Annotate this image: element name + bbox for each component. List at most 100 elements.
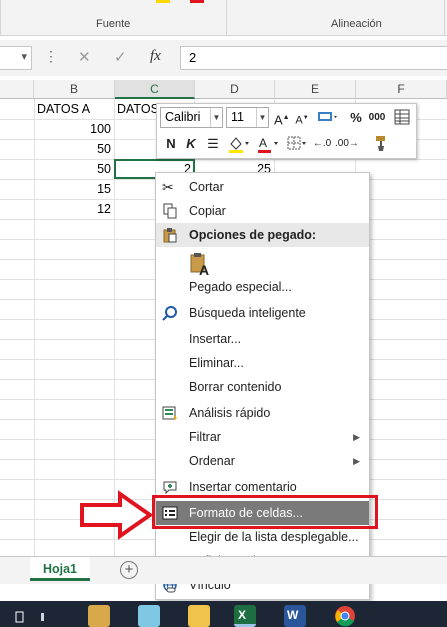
- scissors-icon: ✂: [162, 179, 174, 195]
- excel-glyph: X: [238, 608, 246, 622]
- font-name-box[interactable]: Calibri ▼: [160, 107, 223, 128]
- formula-input[interactable]: 2: [180, 46, 447, 70]
- cell-c1[interactable]: DATOS: [117, 100, 157, 119]
- cell-b6[interactable]: 12: [34, 200, 114, 219]
- italic-button[interactable]: K: [185, 134, 197, 154]
- copy-glyph: [163, 203, 177, 219]
- bold-button[interactable]: N: [165, 134, 177, 154]
- fill-color-glyph: [229, 137, 249, 153]
- comma-style-button[interactable]: 000: [366, 109, 388, 129]
- borders-icon[interactable]: [285, 134, 309, 154]
- fill-color-icon[interactable]: [226, 134, 252, 154]
- chrome-glyph: [335, 606, 355, 627]
- increase-decimal-icon[interactable]: ←.0: [312, 134, 332, 154]
- separator-glyph: [41, 613, 44, 621]
- column-header-c[interactable]: C: [115, 80, 195, 99]
- cell-b3[interactable]: 50: [34, 140, 114, 159]
- svg-text:W: W: [287, 608, 299, 622]
- menu-item-eliminar[interactable]: Eliminar...: [156, 351, 369, 375]
- menu-item-cortar[interactable]: ✂ Cortar: [156, 175, 369, 199]
- align-center-icon[interactable]: ☰: [205, 134, 221, 154]
- menu-item-borrar-contenido[interactable]: Borrar contenido: [156, 375, 369, 399]
- mini-toolbar: Calibri ▼ 11 ▼ A▲ A▼ % 000 N K ☰ A ←.0 .…: [156, 103, 417, 159]
- menu-item-ordenar[interactable]: Ordenar ▶: [156, 449, 369, 473]
- menu-item-label: Ordenar: [189, 454, 235, 468]
- increase-font-size-icon[interactable]: A▲: [274, 109, 290, 129]
- menu-item-insertar[interactable]: Insertar...: [156, 327, 369, 351]
- menu-item-copiar[interactable]: Copiar: [156, 199, 369, 223]
- annotation-arrow-icon: [80, 490, 154, 540]
- menu-item-pegado-especial[interactable]: Pegado especial...: [156, 275, 369, 299]
- menu-item-label: Eliminar...: [189, 356, 244, 370]
- paste-values-glyph: A: [190, 253, 209, 278]
- highlight-color-swatch: [156, 0, 170, 3]
- search-icon: [162, 305, 178, 321]
- font-color-icon[interactable]: A: [255, 134, 281, 154]
- menu-item-label: Copiar: [189, 204, 226, 218]
- cell-b1[interactable]: DATOS A: [37, 100, 115, 119]
- decrease-decimal-icon[interactable]: .00→: [335, 134, 359, 154]
- menu-item-label: Borrar contenido: [189, 380, 282, 394]
- column-header-e[interactable]: E: [275, 80, 356, 99]
- name-box[interactable]: ▾: [0, 46, 32, 70]
- format-painter-icon[interactable]: [372, 134, 392, 154]
- font-size-box[interactable]: 11 ▼: [226, 107, 269, 128]
- percent-style-button[interactable]: %: [349, 109, 363, 129]
- cell-b4[interactable]: 50: [34, 160, 114, 179]
- formula-bar: ▾ ⋮ ✕ ✓ fx 2: [0, 40, 447, 76]
- add-sheet-button[interactable]: +: [120, 561, 138, 579]
- word-glyph: W: [287, 608, 299, 622]
- ribbon-separator: [444, 0, 445, 36]
- menu-item-analisis-rapido[interactable]: Análisis rápido: [156, 401, 369, 425]
- ribbon-separator: [226, 0, 227, 36]
- annotation-highlight-box: [152, 495, 378, 529]
- formula-bar-buttons: ✕ ✓ fx: [68, 46, 180, 70]
- context-menu: ✂ Cortar Copiar Opciones de pegado: A Pe…: [155, 172, 370, 600]
- column-header-a[interactable]: [0, 80, 34, 99]
- quick-analysis-glyph: [162, 406, 177, 420]
- clipboard-glyph: [163, 228, 177, 243]
- cell-b5[interactable]: 15: [34, 180, 114, 199]
- menu-header-paste-options: Opciones de pegado:: [156, 223, 369, 247]
- task-view-icon[interactable]: [14, 605, 26, 627]
- chrome-app-icon[interactable]: [334, 605, 356, 627]
- paint-app-icon[interactable]: [88, 605, 110, 627]
- cell-b2[interactable]: 100: [34, 120, 114, 139]
- decrease-font-size-icon[interactable]: A▼: [295, 109, 309, 129]
- cancel-formula-icon[interactable]: ✕: [78, 48, 91, 66]
- sheet-tab-hoja1[interactable]: Hoja1: [30, 557, 90, 581]
- ribbon-separator: [0, 0, 1, 36]
- task-view-glyph: [15, 611, 24, 623]
- format-table-icon[interactable]: [393, 109, 411, 129]
- column-header-f[interactable]: F: [356, 80, 447, 99]
- ribbon-group-fuente: Fuente: [96, 18, 131, 30]
- menu-item-label: Cortar: [189, 180, 224, 194]
- quick-analysis-icon: [162, 405, 178, 421]
- chevron-down-icon[interactable]: ▼: [256, 108, 268, 127]
- menu-item-label: Insertar...: [189, 332, 242, 346]
- comment-icon: [162, 479, 178, 495]
- paste-values-icon[interactable]: A: [189, 253, 213, 278]
- menu-item-label: Pegado especial...: [189, 280, 292, 294]
- format-painter-glyph: [376, 136, 385, 151]
- font-color-swatch: [190, 0, 204, 3]
- borders-glyph: [287, 136, 306, 150]
- column-header-d[interactable]: D: [195, 80, 275, 99]
- column-header-b[interactable]: B: [34, 80, 115, 99]
- insert-function-button[interactable]: fx: [150, 48, 161, 65]
- menu-item-filtrar[interactable]: Filtrar ▶: [156, 425, 369, 449]
- chevron-down-icon[interactable]: ▼: [210, 108, 222, 127]
- excel-app-icon[interactable]: X: [234, 605, 256, 627]
- notes-app-icon[interactable]: [138, 605, 160, 627]
- number-format-icon[interactable]: [316, 109, 340, 129]
- menu-item-busqueda-inteligente[interactable]: Búsqueda inteligente: [156, 301, 369, 325]
- file-explorer-icon[interactable]: [188, 605, 210, 627]
- more-options-icon[interactable]: ⋮: [44, 48, 58, 65]
- search-glyph: [162, 306, 177, 321]
- chevron-down-icon[interactable]: ▾: [21, 50, 27, 63]
- word-app-icon[interactable]: W: [284, 605, 306, 627]
- separator-icon: [38, 605, 48, 627]
- clipboard-icon: [162, 227, 178, 243]
- enter-formula-icon[interactable]: ✓: [114, 48, 127, 66]
- ribbon: Fuente Alineación: [0, 0, 447, 36]
